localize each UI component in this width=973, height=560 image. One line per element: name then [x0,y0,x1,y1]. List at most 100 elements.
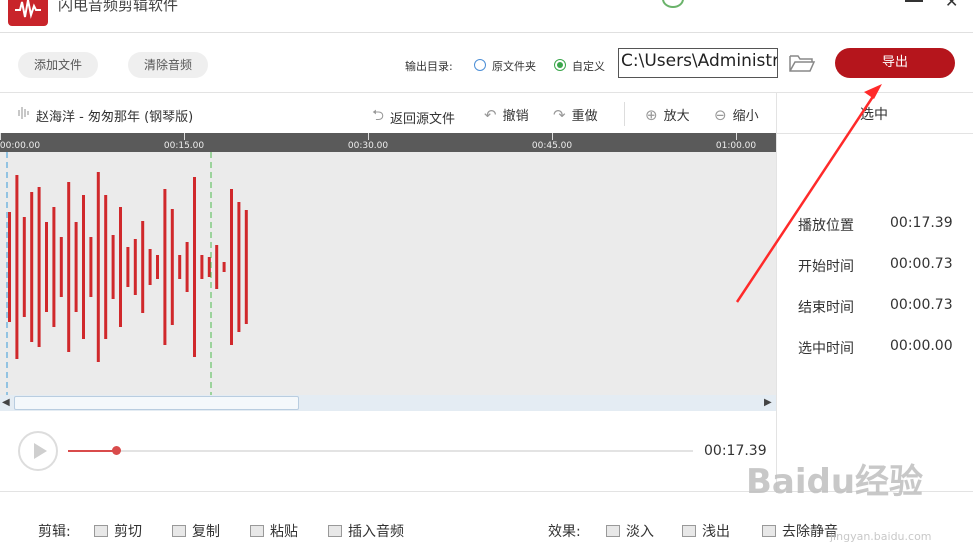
panel-header-divider [777,133,973,134]
play-button[interactable] [18,431,58,471]
zoom-in-label: 放大 [663,109,690,124]
waveform-bar [82,195,85,339]
progress-slider[interactable] [68,446,693,455]
waveform-bar [119,207,122,327]
start-time-value: 00:00.73 [890,256,953,272]
waveform-bar [67,182,71,352]
app-logo [8,0,48,26]
source-folder-label[interactable]: 原文件夹 [492,58,536,74]
cut-icon [94,525,108,537]
insert-audio-label: 插入音频 [348,524,404,540]
waveform-bar [230,189,233,345]
zoom-out-icon: ⊖ [714,105,727,124]
timeline-tick [368,133,369,140]
insert-audio-icon [328,525,342,537]
custom-folder-radio[interactable] [554,59,566,71]
waveform-area[interactable] [0,152,776,395]
fade-in-button[interactable]: 淡入 [606,521,654,541]
progress-knob[interactable] [112,446,122,455]
redo-label: 重做 [571,109,598,124]
waveform-bar [185,242,189,292]
timeline-tick-label: 00:15.00 [163,141,205,151]
track-title: 赵海洋 - 匆匆那年 (钢琴版) [36,110,194,125]
fade-in-label: 淡入 [626,524,654,540]
user-avatar-icon[interactable] [662,0,684,8]
timeline-tick [184,133,185,140]
waveform-bar [111,235,115,299]
scroll-right-icon[interactable]: ▶ [764,395,772,411]
waveform-bar [244,210,248,324]
end-time-label: 结束时间 [798,300,854,316]
waveform-bar [215,245,219,289]
folder-open-icon[interactable] [788,52,816,78]
scroll-left-icon[interactable]: ◀ [2,395,10,411]
waveform-bar [89,237,93,297]
custom-folder-label[interactable]: 自定义 [572,58,605,74]
waveform-bar [74,222,78,312]
close-icon[interactable]: ✕ [945,0,958,11]
toolbar-divider [0,92,973,93]
timeline-ruler[interactable]: 00:00.00 00:15.00 00:30.00 00:45.00 01:00.00 [0,133,776,152]
zoom-out-label: 缩小 [732,109,759,124]
output-dir-label: 输出目录: [405,60,453,73]
play-position-value: 00:17.39 [890,215,953,231]
waveform[interactable] [0,152,776,395]
revert-button[interactable]: ⮌ 返回源文件 [372,105,455,130]
app-title: 闪电音频剪辑软件 [58,0,179,14]
zoom-out-button[interactable]: ⊖ 缩小 [714,105,759,125]
waveform-bar [141,221,145,313]
waveform-bar [126,247,130,287]
paste-button[interactable]: 粘贴 [250,521,298,541]
waveform-bar [156,255,159,279]
timeline-tick [736,133,737,140]
revert-label: 返回源文件 [390,112,456,127]
paste-label: 粘贴 [270,524,298,540]
title-divider [0,32,973,33]
clear-audio-button[interactable]: 清除音频 [128,52,208,78]
output-path-input[interactable]: C:\Users\Administrator [618,48,778,78]
waveform-bar [178,255,182,279]
horizontal-scrollbar[interactable]: ◀ ▶ [0,395,776,411]
cut-label: 剪切 [114,524,142,540]
maximize-icon[interactable] [905,0,923,2]
waveform-bar [104,195,108,339]
timeline-tick [0,133,1,140]
undo-button[interactable]: ↶ 撤销 [484,105,529,125]
waveform-bar [45,222,48,312]
waveform-bar [170,209,174,325]
fade-out-icon [682,525,696,537]
selection-panel-title: 选中 [860,107,888,123]
remove-silence-button[interactable]: 去除静音 [762,521,838,541]
remove-silence-icon [762,525,776,537]
export-button[interactable]: 导出 [835,48,955,78]
end-time-value: 00:00.73 [890,297,953,313]
copy-button[interactable]: 复制 [172,521,220,541]
waveform-bar [22,217,26,317]
waveform-bar [163,189,167,345]
source-folder-radio[interactable] [474,59,486,71]
waveform-bar [96,172,100,362]
watermark-url: jingyan.baidu.com [830,530,932,543]
insert-audio-button[interactable]: 插入音频 [328,521,404,541]
cut-button[interactable]: 剪切 [94,521,142,541]
timeline-tick-label: 00:00.00 [0,141,41,151]
selection-duration-label: 选中时间 [798,341,854,357]
watermark-logo: Baidu经验 [746,462,924,502]
timeline-tick-label: 00:30.00 [347,141,389,151]
waveform-bar [237,202,241,332]
waveform-bar [52,207,56,327]
undo-icon: ↶ [484,105,497,124]
redo-button[interactable]: ↷ 重做 [553,105,598,125]
scrollbar-thumb[interactable] [14,396,299,410]
timeline-tick-label: 00:45.00 [531,141,573,151]
waveform-bar [200,255,204,279]
fade-out-label: 浅出 [702,524,730,540]
add-file-button[interactable]: 添加文件 [18,52,98,78]
zoom-in-button[interactable]: ⊕ 放大 [645,105,690,125]
fade-out-button[interactable]: 浅出 [682,521,730,541]
timeline-tick [552,133,553,140]
waveform-bar [15,175,19,359]
paste-icon [250,525,264,537]
panel-divider [776,93,777,493]
undo-label: 撤销 [502,109,529,124]
